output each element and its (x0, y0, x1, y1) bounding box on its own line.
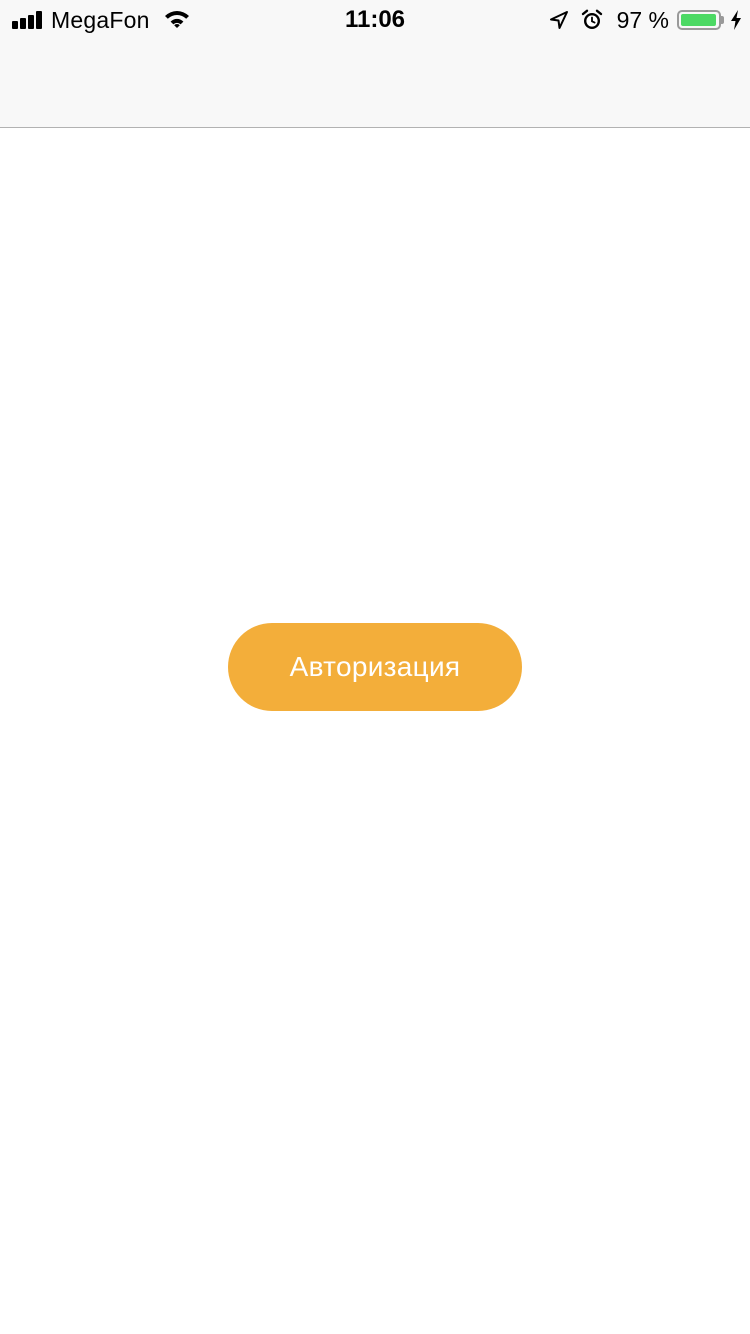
battery-icon (677, 10, 721, 30)
location-arrow-icon (549, 10, 569, 30)
battery-fill (681, 14, 716, 26)
navigation-bar: MegaFon 11:06 97 % (0, 0, 750, 128)
status-bar: MegaFon 11:06 97 % (0, 0, 750, 40)
alarm-clock-icon (581, 9, 603, 31)
charging-bolt-icon (730, 10, 742, 30)
battery-tip (721, 16, 724, 24)
authorization-button[interactable]: Авторизация (228, 623, 522, 711)
status-right: 97 % (549, 0, 742, 40)
battery-percent: 97 % (616, 6, 669, 33)
